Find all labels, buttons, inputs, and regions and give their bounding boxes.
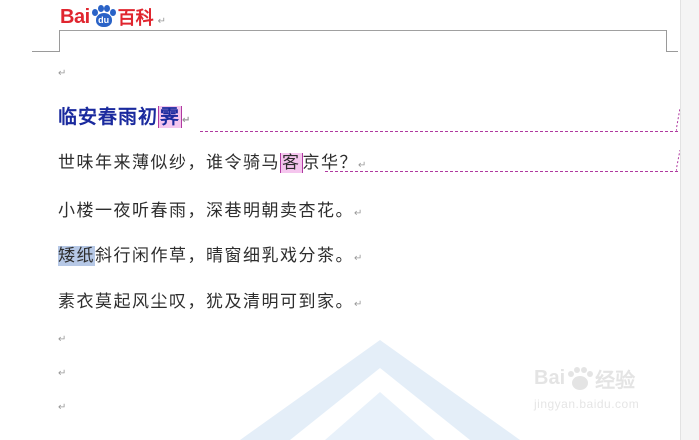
paragraph-mark: ↵ (58, 368, 67, 379)
crop-mark-left (32, 30, 60, 52)
paragraph-mark: ↵ (182, 115, 192, 126)
watermark-text: Bai (534, 367, 566, 389)
comment-connector-line (200, 131, 678, 132)
header-divider (60, 30, 666, 31)
line-text: 小楼一夜听春雨，深巷明朝卖杏花。 (58, 201, 354, 221)
paragraph-mark: ↵ (358, 160, 368, 171)
paragraph-mark: ↵ (354, 208, 364, 219)
watermark-triangle (240, 340, 520, 440)
logo-latin: Bai (60, 5, 90, 28)
line-text: 京华？ (302, 153, 358, 173)
logo-paw-text: du (95, 13, 112, 27)
line-text: 素衣莫起风尘叹，犹及清明可到家。 (58, 292, 354, 312)
comment-connector-line (676, 108, 680, 132)
poem-line-4[interactable]: 素衣莫起风尘叹，犹及清明可到家。↵ (58, 287, 364, 312)
comment-connector-line (676, 150, 680, 172)
poem-line-3[interactable]: 矮纸斜行闲作草，晴窗细乳戏分茶。↵ (58, 241, 364, 266)
paragraph-mark: ↵ (58, 402, 67, 413)
watermark-url: jingyan.baidu.com (534, 397, 640, 411)
paragraph-mark: ↵ (354, 253, 364, 264)
paw-icon (568, 366, 594, 390)
paragraph-mark: ↵ (58, 334, 67, 345)
comment-connector-line (325, 171, 678, 172)
watermark-text: 经验 (595, 370, 636, 392)
poem-line-1[interactable]: 世味年来薄似纱，谁令骑马客京华？↵ (58, 148, 368, 173)
paw-icon: du (91, 5, 117, 29)
paragraph-mark: ↵ (58, 68, 67, 79)
scrollbar-edge[interactable] (680, 0, 699, 440)
comment-highlight[interactable]: 霁 (158, 106, 183, 128)
poem-line-2[interactable]: 小楼一夜听春雨，深巷明朝卖杏花。↵ (58, 196, 364, 221)
selected-text[interactable]: 矮纸 (58, 246, 95, 266)
baidu-jingyan-watermark: Bai 经验 jingyan.baidu.com (534, 364, 674, 424)
paragraph-mark: ↵ (354, 299, 364, 310)
baidu-baike-logo: Bai du 百科 ↵ (60, 4, 166, 30)
comment-highlight[interactable]: 客 (280, 153, 303, 173)
crop-mark-right (666, 30, 678, 52)
title-text: 临安春雨初 (58, 106, 159, 128)
document-page[interactable]: Bai du 百科 ↵ ↵ 临安春雨初霁 ↵ 世味年来薄似纱，谁令骑马客京华？↵ … (0, 0, 699, 440)
line-text: 斜行闲作草，晴窗细乳戏分茶。 (95, 246, 354, 266)
poem-title[interactable]: 临安春雨初霁 ↵ (58, 102, 191, 129)
logo-cn-text: 百科 (117, 8, 154, 29)
paragraph-mark: ↵ (157, 15, 167, 27)
line-text: 世味年来薄似纱，谁令骑马 (58, 153, 280, 173)
